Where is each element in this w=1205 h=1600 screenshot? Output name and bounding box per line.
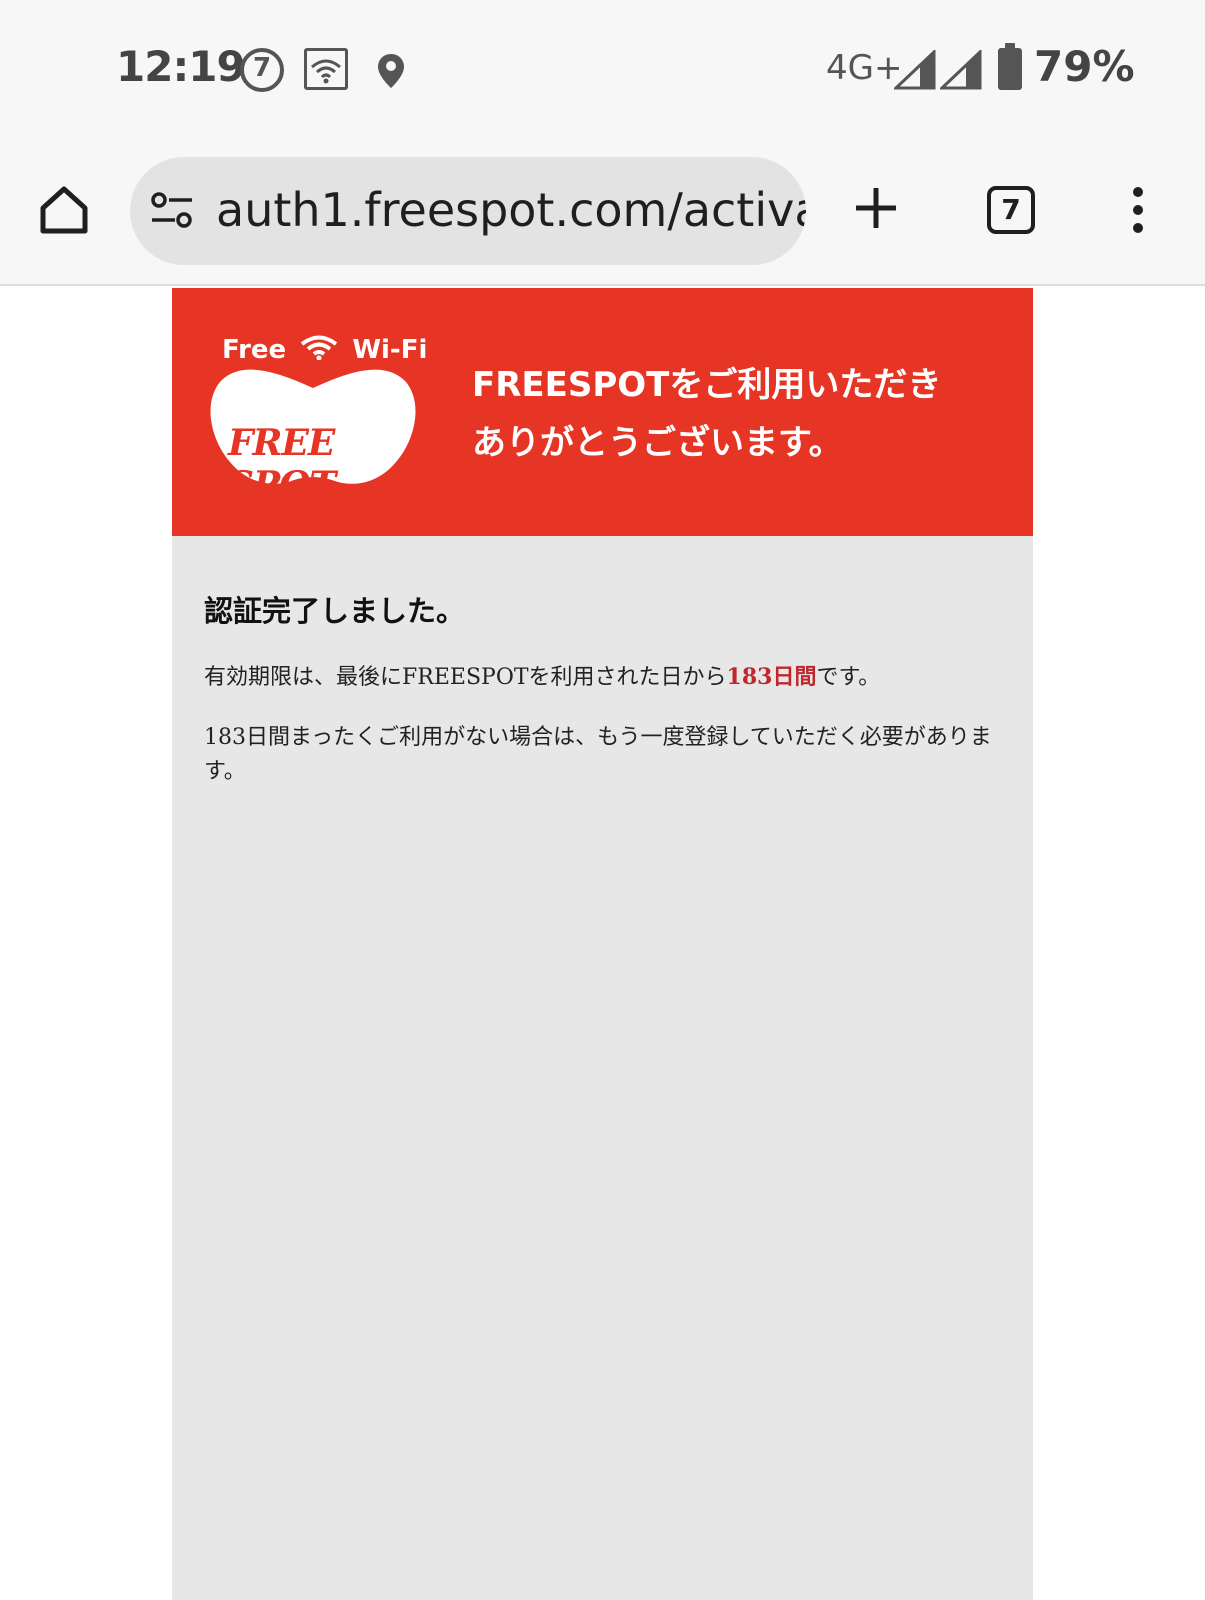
status-time: 12:19 bbox=[116, 42, 246, 91]
logo-wordmark: FREE SPOT bbox=[228, 422, 336, 506]
hero-message: FREESPOTをご利用いただき ありがとうございます。 bbox=[472, 356, 1012, 472]
signal-icon bbox=[938, 48, 982, 90]
battery-level: 79% bbox=[1034, 42, 1135, 91]
menu-dots-icon[interactable] bbox=[1131, 186, 1145, 234]
signal-icon bbox=[892, 48, 936, 90]
au-wifi-icon bbox=[304, 48, 348, 90]
url-text: auth1.freespot.com/activa bbox=[216, 183, 806, 237]
battery-icon bbox=[998, 43, 1022, 90]
home-icon[interactable] bbox=[38, 184, 90, 236]
hero-banner: Free Wi-Fi FREE SPOT FREESPOTをご利用いただき あり… bbox=[172, 288, 1033, 536]
expiry-days-highlight: 183日間 bbox=[726, 664, 817, 690]
wifi-icon bbox=[299, 334, 339, 361]
hero-message-line1: FREESPOTをご利用いただき bbox=[472, 365, 942, 405]
expiry-text-suffix: です。 bbox=[816, 665, 881, 690]
page-content: Free Wi-Fi FREE SPOT FREESPOTをご利用いただき あり… bbox=[172, 288, 1033, 1600]
auth-result-section: 認証完了しました。 有効期限は、最後にFREESPOTを利用された日から183日… bbox=[204, 588, 1004, 815]
page-title: 認証完了しました。 bbox=[204, 594, 466, 628]
site-settings-icon[interactable] bbox=[150, 191, 194, 231]
expiry-text-prefix: 有効期限は、最後にFREESPOTを利用された日から bbox=[204, 665, 727, 690]
reregister-paragraph: 183日間まったくご利用がない場合は、もう一度登録していただく必要があります。 bbox=[204, 725, 992, 784]
freespot-logo: Free Wi-Fi FREE SPOT bbox=[202, 328, 427, 508]
expiry-paragraph: 有効期限は、最後にFREESPOTを利用された日から183日間です。 bbox=[204, 660, 1004, 695]
network-type: 4G+ bbox=[826, 48, 903, 88]
address-bar[interactable]: auth1.freespot.com/activa bbox=[130, 157, 806, 265]
browser-toolbar: auth1.freespot.com/activa 7 bbox=[0, 140, 1205, 286]
hero-message-line2: ありがとうございます。 bbox=[472, 423, 843, 463]
seven-eleven-icon bbox=[240, 48, 284, 92]
tab-switcher-button[interactable]: 7 bbox=[987, 186, 1035, 234]
status-bar: 12:19 4G+ 79% bbox=[0, 0, 1205, 140]
location-icon bbox=[376, 52, 406, 90]
plus-icon[interactable] bbox=[854, 186, 898, 230]
